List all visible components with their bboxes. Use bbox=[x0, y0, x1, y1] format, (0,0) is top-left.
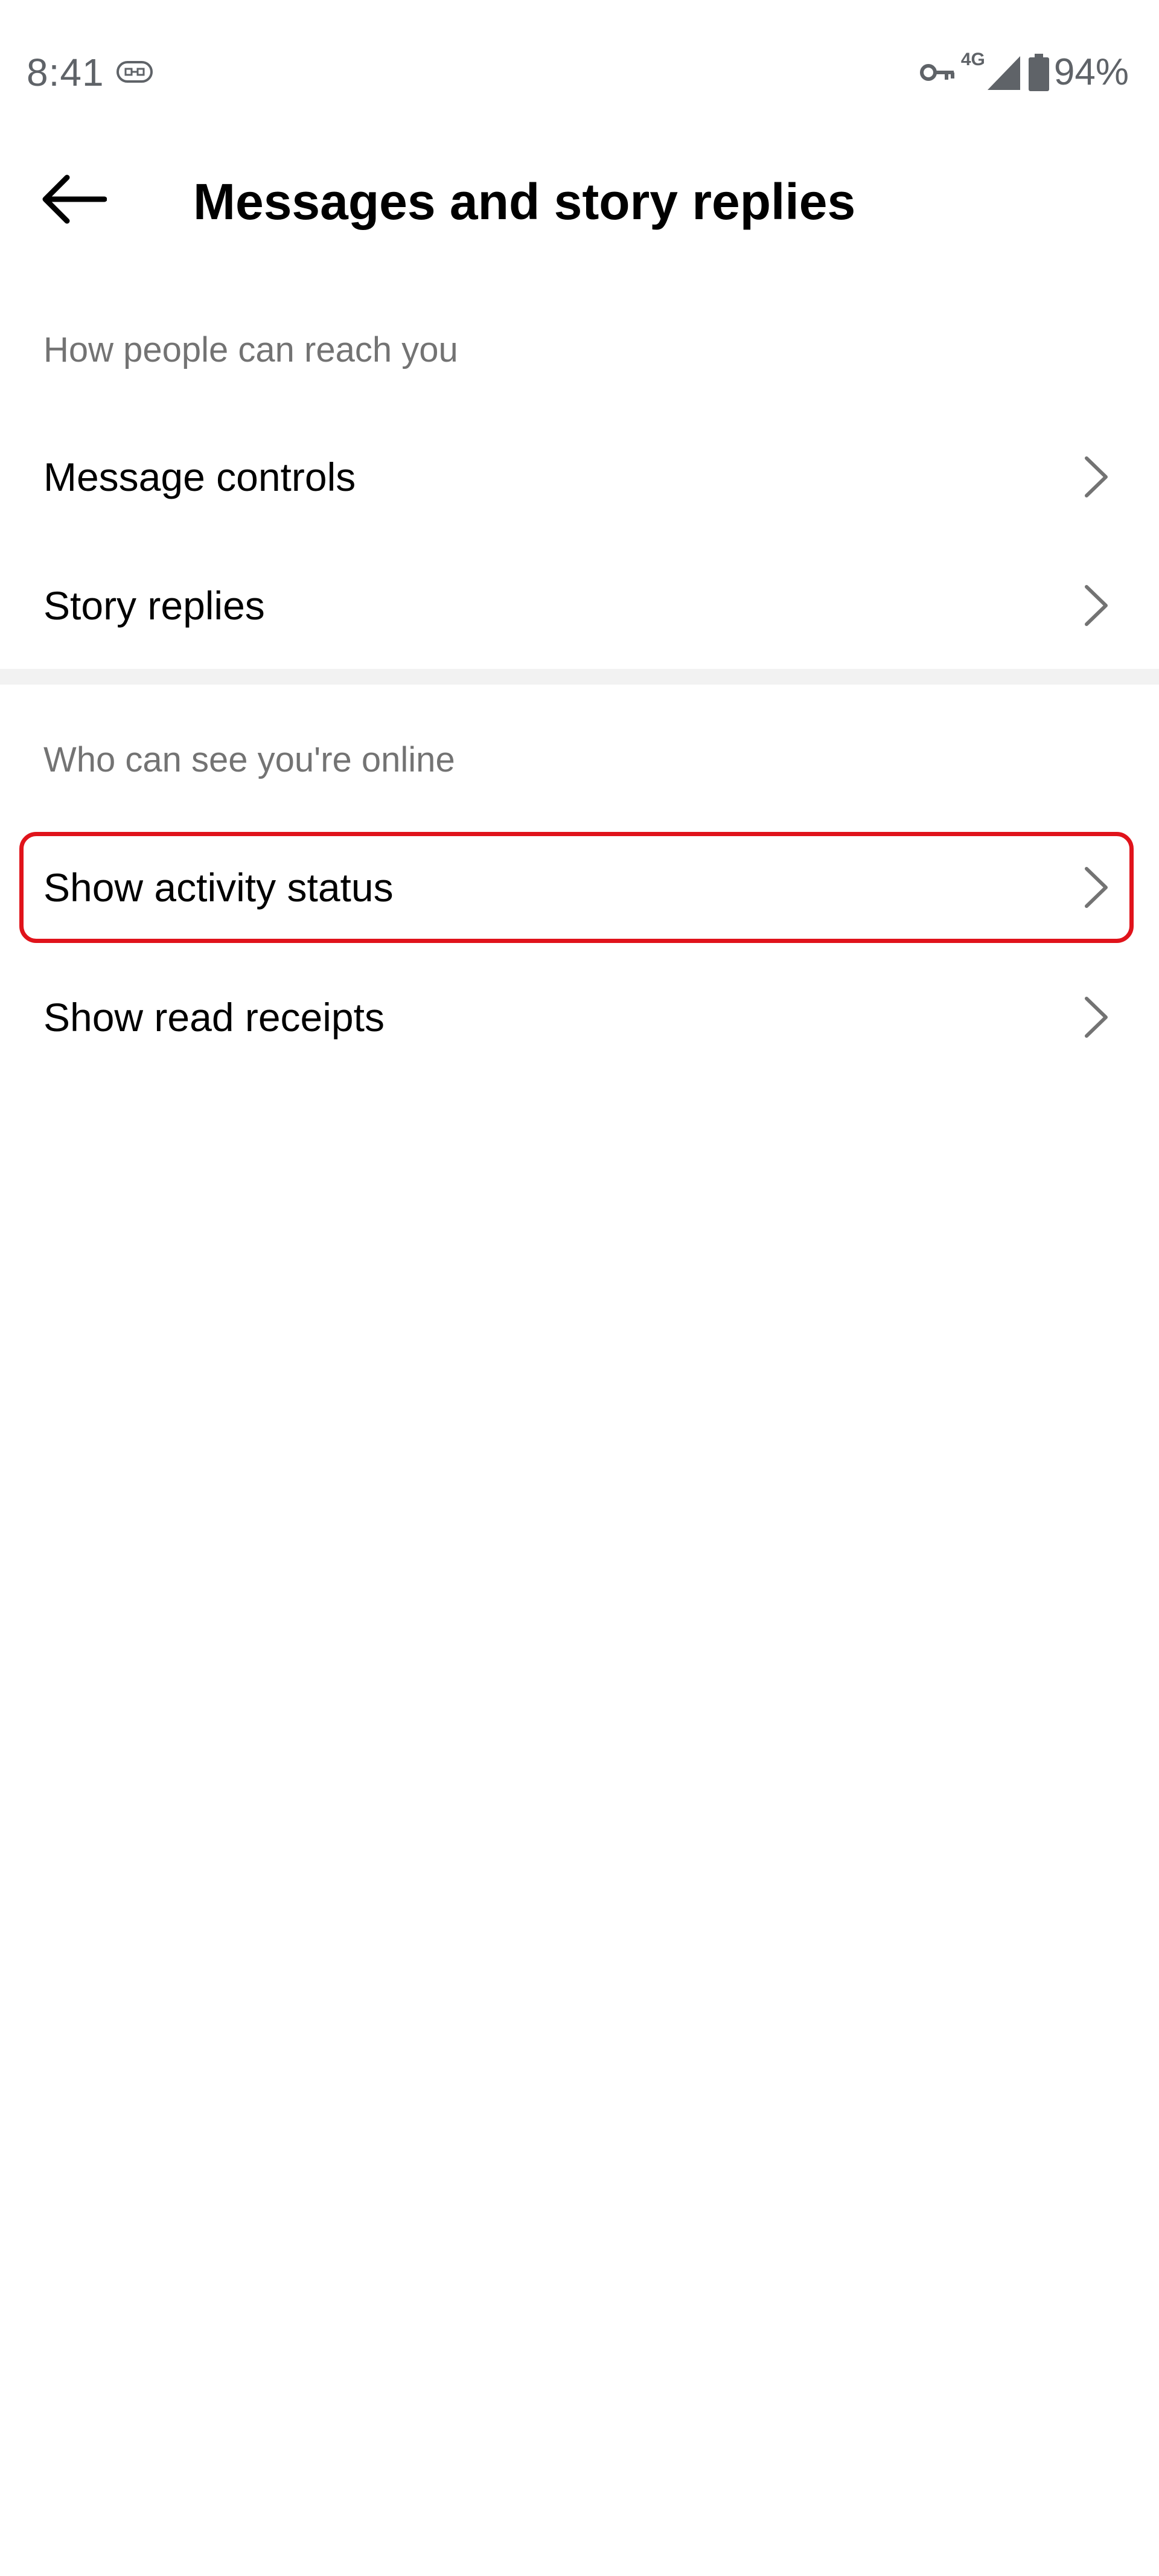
show-activity-status-row[interactable]: Show activity status bbox=[0, 824, 1159, 951]
status-right-group: 4G 94% bbox=[919, 47, 1129, 98]
story-replies-label: Story replies bbox=[43, 583, 265, 628]
battery-icon bbox=[1028, 54, 1049, 91]
message-controls-row[interactable]: Message controls bbox=[0, 414, 1159, 540]
status-bar: 8:41 4G 94% bbox=[0, 0, 1159, 145]
page-title: Messages and story replies bbox=[193, 173, 856, 230]
arrow-left-icon bbox=[42, 174, 107, 224]
vpn-key-icon bbox=[919, 64, 954, 81]
battery-percent: 94% bbox=[1053, 51, 1129, 93]
chevron-right-icon bbox=[1085, 456, 1108, 497]
network-type-label: 4G bbox=[960, 50, 985, 69]
chevron-right-icon bbox=[1085, 867, 1108, 908]
story-replies-row[interactable]: Story replies bbox=[0, 542, 1159, 669]
back-button[interactable] bbox=[34, 169, 112, 229]
section-divider bbox=[0, 669, 1159, 685]
status-time: 8:41 bbox=[27, 51, 104, 94]
show-read-receipts-label: Show read receipts bbox=[43, 995, 385, 1040]
signal-icon bbox=[987, 56, 1020, 90]
data-saver-icon bbox=[117, 61, 153, 83]
section-header-reach: How people can reach you bbox=[43, 330, 458, 369]
show-read-receipts-row[interactable]: Show read receipts bbox=[0, 954, 1159, 1081]
show-activity-status-label: Show activity status bbox=[43, 865, 394, 910]
section-header-online: Who can see you're online bbox=[43, 740, 455, 779]
app-header: Messages and story replies bbox=[0, 145, 1159, 254]
message-controls-label: Message controls bbox=[43, 455, 356, 499]
chevron-right-icon bbox=[1085, 997, 1108, 1038]
chevron-right-icon bbox=[1085, 585, 1108, 626]
